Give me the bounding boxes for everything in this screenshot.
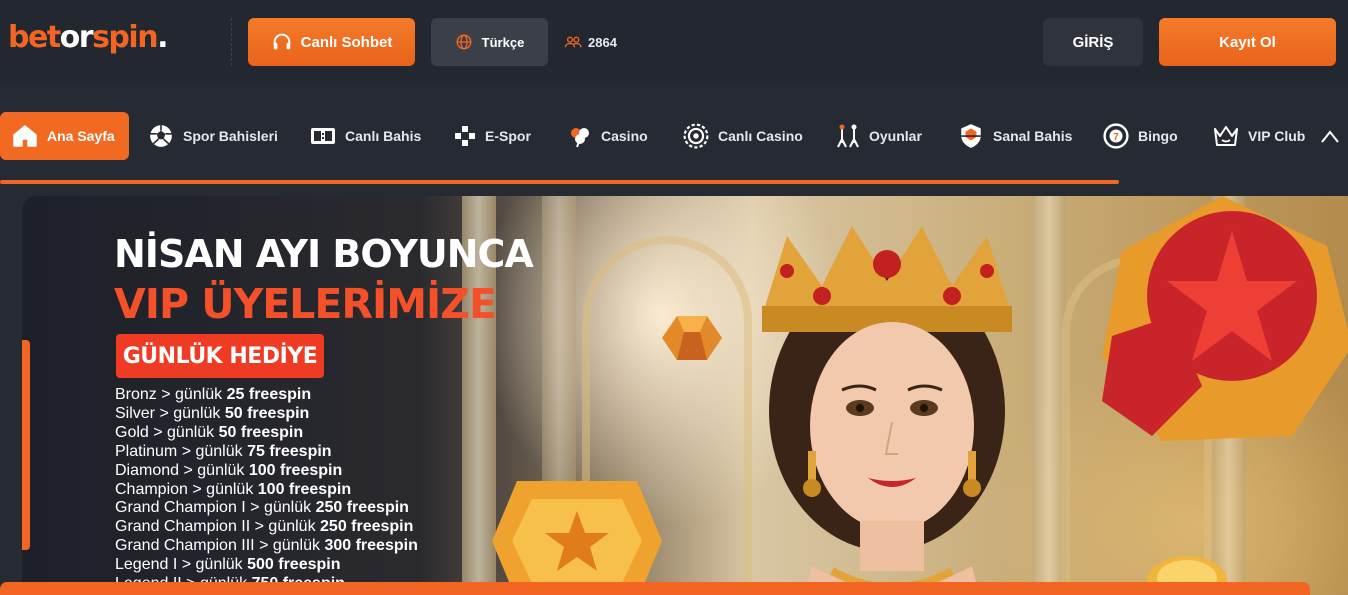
logo-dot: . <box>157 20 168 55</box>
vip-tier-item: Gold > günlük 50 freespin <box>115 423 304 441</box>
star-emblem-image <box>1102 196 1348 441</box>
vip-tier-item: Platinum > günlük 75 freespin <box>115 442 332 460</box>
live-chat-button[interactable]: Canlı Sohbet <box>248 18 415 66</box>
vip-tier-item: Grand Champion II > günlük 250 freespin <box>115 518 414 536</box>
promo-banner[interactable]: NİSAN AYI BOYUNCA VIP ÜYELERİMİZE GÜNLÜK… <box>22 196 1348 595</box>
vip-tier-item: Champion > günlük 100 freespin <box>115 480 352 498</box>
nav-item-label: Sanal Bahis <box>993 128 1073 144</box>
register-label: Kayıt Ol <box>1219 33 1276 51</box>
vip-tier-item: Grand Champion I > günlük 250 freespin <box>115 499 409 517</box>
nav-item-live-betting[interactable]: Canlı Bahis <box>310 112 421 160</box>
vip-tier-list: Bronz > günlük 25 freespin Silver > günl… <box>115 386 418 594</box>
gold-coin-image <box>492 481 662 595</box>
nav-item-sports[interactable]: Spor Bahisleri <box>148 112 278 160</box>
header-divider <box>231 18 232 66</box>
nav-item-label: E-Spor <box>485 128 531 144</box>
crown-icon <box>1214 126 1238 146</box>
queen-character-image <box>762 226 1012 595</box>
daily-gift-badge: GÜNLÜK HEDİYE <box>116 334 324 378</box>
vip-tier-item: Silver > günlük 50 freespin <box>115 404 310 422</box>
nav-item-label: Canlı Casino <box>718 128 803 144</box>
gamepad-icon <box>455 126 475 146</box>
nav-item-label: Oyunlar <box>869 128 922 144</box>
banner-slide-indicator <box>22 340 30 550</box>
clover-icon <box>571 128 589 148</box>
main-nav: Ana Sayfa Spor Bahisleri Canlı Bahis E-S… <box>0 92 1348 188</box>
logo-text-spin: spin <box>92 20 158 55</box>
joystick-icon <box>837 124 859 148</box>
nav-item-home[interactable]: Ana Sayfa <box>0 112 129 160</box>
nav-item-virtual-betting[interactable]: Sanal Bahis <box>958 112 1072 160</box>
nav-item-bingo[interactable]: 7 Bingo <box>1103 112 1178 160</box>
users-icon <box>564 36 582 48</box>
nav-item-label: Bingo <box>1138 128 1178 144</box>
nav-item-label: VIP Club <box>1248 128 1306 144</box>
nav-item-live-casino[interactable]: Canlı Casino <box>683 112 803 160</box>
nav-item-label: Casino <box>601 128 648 144</box>
nav-item-label: Canlı Bahis <box>345 128 422 144</box>
live-chat-label: Canlı Sohbet <box>300 33 393 51</box>
betorspin-logo[interactable]: bet or spin. <box>8 20 168 64</box>
top-bar: bet or spin. Canlı Sohbet Türkçe 2864 GİRİ… <box>0 0 1348 84</box>
banner-headline: NİSAN AYI BOYUNCA <box>114 232 534 276</box>
bingo-ball-icon: 7 <box>1103 123 1129 149</box>
login-button[interactable]: GİRİŞ <box>1043 18 1143 66</box>
vip-tier-item: Diamond > günlük 100 freespin <box>115 461 343 479</box>
online-users-counter: 2864 <box>564 32 617 52</box>
svg-text:7: 7 <box>1113 132 1118 143</box>
background-pillar <box>1032 196 1066 595</box>
banner-subheadline: VIP ÜYELERİMİZE <box>114 280 497 328</box>
floating-gem-image <box>662 316 722 360</box>
vip-tier-item: Grand Champion III > günlük 300 freespin <box>115 537 418 555</box>
soccer-ball-icon <box>150 125 172 147</box>
login-label: GİRİŞ <box>1072 33 1114 51</box>
language-selector[interactable]: Türkçe <box>431 18 548 66</box>
logo-text-or: or <box>59 20 94 55</box>
bottom-orange-bar <box>0 582 1310 595</box>
nav-scroll-indicator[interactable] <box>0 180 1119 184</box>
home-icon <box>13 125 37 147</box>
nav-item-games[interactable]: Oyunlar <box>836 112 922 160</box>
nav-item-label: Spor Bahisleri <box>183 128 278 144</box>
register-button[interactable]: Kayıt Ol <box>1159 18 1336 66</box>
globe-icon <box>456 34 472 50</box>
more-categories-icon[interactable] <box>1318 126 1342 150</box>
nav-item-vip-club[interactable]: VIP Club <box>1213 112 1305 160</box>
logo-text-bet: bet <box>8 20 61 55</box>
online-count: 2864 <box>588 34 617 50</box>
helmet-icon <box>961 124 981 148</box>
scoreboard-icon <box>311 128 335 144</box>
nav-item-esports[interactable]: E-Spor <box>454 112 531 160</box>
headset-icon <box>273 33 290 50</box>
nav-item-label: Ana Sayfa <box>47 128 115 144</box>
vip-tier-item: Bronz > günlük 25 freespin <box>115 386 312 403</box>
chip-icon <box>683 123 709 149</box>
nav-item-casino[interactable]: Casino <box>568 112 648 160</box>
vip-tier-item: Legend I > günlük 500 freespin <box>115 556 341 574</box>
language-label: Türkçe <box>481 34 525 50</box>
